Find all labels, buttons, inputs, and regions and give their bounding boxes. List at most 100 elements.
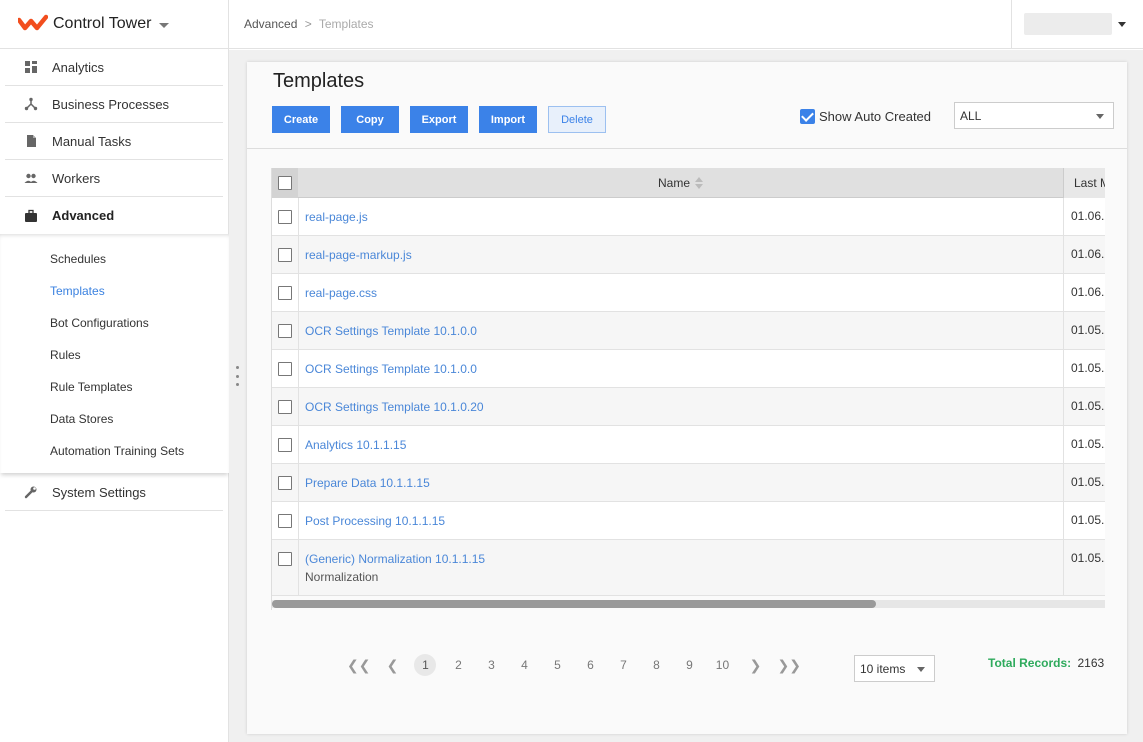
user-menu[interactable] <box>1011 0 1143 49</box>
chevron-down-icon[interactable] <box>159 22 170 28</box>
page-button-1[interactable]: 1 <box>414 654 437 676</box>
nav-item-label: Analytics <box>52 59 105 75</box>
nav-item-system-settings[interactable]: System Settings <box>5 474 223 511</box>
column-header-name[interactable]: Name <box>298 168 1063 198</box>
filter-select[interactable]: ALL <box>954 102 1114 129</box>
delete-button[interactable]: Delete <box>548 106 606 133</box>
copy-button[interactable]: Copy <box>341 106 399 133</box>
pagination: ❮❮ ❮ 1 2 3 4 5 6 7 8 9 10 ❯ ❯❯ <box>347 654 812 676</box>
page-button-5[interactable]: 5 <box>546 654 568 676</box>
table-row[interactable]: OCR Settings Template 10.1.0.0 01.05.2 <box>272 350 1105 388</box>
sidebar-resize-handle[interactable] <box>234 366 240 386</box>
total-records: Total Records: 2163 <box>988 656 1104 670</box>
row-date: 01.05.2 <box>1063 388 1105 425</box>
row-checkbox[interactable] <box>278 400 292 414</box>
row-checkbox[interactable] <box>278 248 292 262</box>
prev-page-button[interactable]: ❮ <box>381 654 403 676</box>
page-size-select[interactable]: 10 items <box>854 655 935 682</box>
page-size-value: 10 items <box>860 662 906 676</box>
nav-item-manual-tasks[interactable]: Manual Tasks <box>5 123 223 160</box>
page-button-3[interactable]: 3 <box>480 654 502 676</box>
subnav-item-data-stores[interactable]: Data Stores <box>0 403 229 435</box>
row-name-link[interactable]: OCR Settings Template 10.1.0.0 <box>305 324 477 338</box>
brand-title: Control Tower <box>53 15 152 32</box>
table-row[interactable]: Prepare Data 10.1.1.15 01.05.2 <box>272 464 1105 502</box>
wrench-icon <box>24 486 37 499</box>
show-auto-created-toggle[interactable]: Show Auto Created <box>800 109 931 124</box>
row-name-link[interactable]: Prepare Data 10.1.1.15 <box>305 476 430 490</box>
row-name-link[interactable]: (Generic) Normalization 10.1.1.15 <box>305 552 485 566</box>
select-all-cell <box>272 168 298 198</box>
row-name-link[interactable]: OCR Settings Template 10.1.0.20 <box>305 400 484 414</box>
row-name-link[interactable]: Post Processing 10.1.1.15 <box>305 514 445 528</box>
page-button-7[interactable]: 7 <box>612 654 634 676</box>
column-header-name-label: Name <box>657 176 690 190</box>
page-button-2[interactable]: 2 <box>447 654 469 676</box>
briefcase-icon <box>25 209 37 222</box>
grid-icon <box>25 61 37 73</box>
row-date: 01.06.2 <box>1063 274 1105 311</box>
page-title: Templates <box>273 70 365 92</box>
show-auto-created-checkbox[interactable] <box>800 109 815 124</box>
breadcrumb-parent[interactable]: Advanced <box>244 17 297 31</box>
next-page-button[interactable]: ❯ <box>744 654 766 676</box>
horizontal-scrollbar[interactable] <box>272 600 1105 608</box>
select-all-checkbox[interactable] <box>278 176 292 190</box>
page-button-6[interactable]: 6 <box>579 654 601 676</box>
create-button[interactable]: Create <box>272 106 330 133</box>
column-header-last-modified[interactable]: Last M <box>1063 168 1105 198</box>
table-row[interactable]: Analytics 10.1.1.15 01.05.2 <box>272 426 1105 464</box>
table-row[interactable]: real-page.css 01.06.2 <box>272 274 1105 312</box>
subnav-item-rule-templates[interactable]: Rule Templates <box>0 371 229 403</box>
row-checkbox[interactable] <box>278 324 292 338</box>
last-page-button[interactable]: ❯❯ <box>777 654 800 676</box>
row-date: 01.05.2 <box>1063 464 1105 501</box>
row-checkbox[interactable] <box>278 286 292 300</box>
page-button-9[interactable]: 9 <box>678 654 700 676</box>
first-page-button[interactable]: ❮❮ <box>347 654 370 676</box>
export-button[interactable]: Export <box>410 106 468 133</box>
row-checkbox[interactable] <box>278 362 292 376</box>
row-date: 01.06.2 <box>1063 236 1105 273</box>
table-row[interactable]: Post Processing 10.1.1.15 01.05.2 <box>272 502 1105 540</box>
subnav-item-bot-configurations[interactable]: Bot Configurations <box>0 307 229 339</box>
row-name-link[interactable]: real-page.css <box>305 286 377 300</box>
chevron-down-icon[interactable] <box>1118 22 1126 27</box>
row-name-link[interactable]: real-page-markup.js <box>305 248 412 262</box>
brand-header[interactable]: Control Tower <box>0 0 228 49</box>
page-button-8[interactable]: 8 <box>645 654 667 676</box>
subnav-item-templates[interactable]: Templates <box>0 275 229 307</box>
page-button-10[interactable]: 10 <box>711 654 733 676</box>
row-checkbox[interactable] <box>278 476 292 490</box>
row-name-link[interactable]: Analytics 10.1.1.15 <box>305 438 406 452</box>
table-row[interactable]: real-page.js 01.06.2 <box>272 198 1105 236</box>
sort-icon[interactable] <box>695 177 703 189</box>
templates-grid: Name Last M real-page.js 01.06.2 real-pa… <box>271 168 1105 610</box>
table-row[interactable]: OCR Settings Template 10.1.0.20 01.05.2 <box>272 388 1105 426</box>
row-checkbox[interactable] <box>278 514 292 528</box>
row-name-link[interactable]: OCR Settings Template 10.1.0.0 <box>305 362 477 376</box>
subnav-item-schedules[interactable]: Schedules <box>0 243 229 275</box>
row-name-link[interactable]: real-page.js <box>305 210 368 224</box>
row-checkbox[interactable] <box>278 552 292 566</box>
row-date: 01.06.2 <box>1063 198 1105 235</box>
nav-item-label: Manual Tasks <box>52 133 132 149</box>
subnav-item-rules[interactable]: Rules <box>0 339 229 371</box>
table-row[interactable]: OCR Settings Template 10.1.0.0 01.05.2 <box>272 312 1105 350</box>
nav-item-advanced[interactable]: Advanced <box>5 197 223 234</box>
nav-item-label: Workers <box>52 170 101 186</box>
row-checkbox[interactable] <box>278 210 292 224</box>
page-button-4[interactable]: 4 <box>513 654 535 676</box>
subnav-item-automation-training-sets[interactable]: Automation Training Sets <box>0 435 229 467</box>
nav-item-analytics[interactable]: Analytics <box>5 49 223 86</box>
scrollbar-thumb[interactable] <box>272 600 876 608</box>
row-date: 01.05.2 <box>1063 426 1105 463</box>
row-description: Normalization <box>305 570 379 584</box>
table-row[interactable]: (Generic) Normalization 10.1.1.15 Normal… <box>272 540 1105 596</box>
import-button[interactable]: Import <box>479 106 537 133</box>
table-row[interactable]: real-page-markup.js 01.06.2 <box>272 236 1105 274</box>
nav-item-workers[interactable]: Workers <box>5 160 223 197</box>
hierarchy-icon <box>24 97 38 111</box>
row-checkbox[interactable] <box>278 438 292 452</box>
nav-item-business-processes[interactable]: Business Processes <box>5 86 223 123</box>
